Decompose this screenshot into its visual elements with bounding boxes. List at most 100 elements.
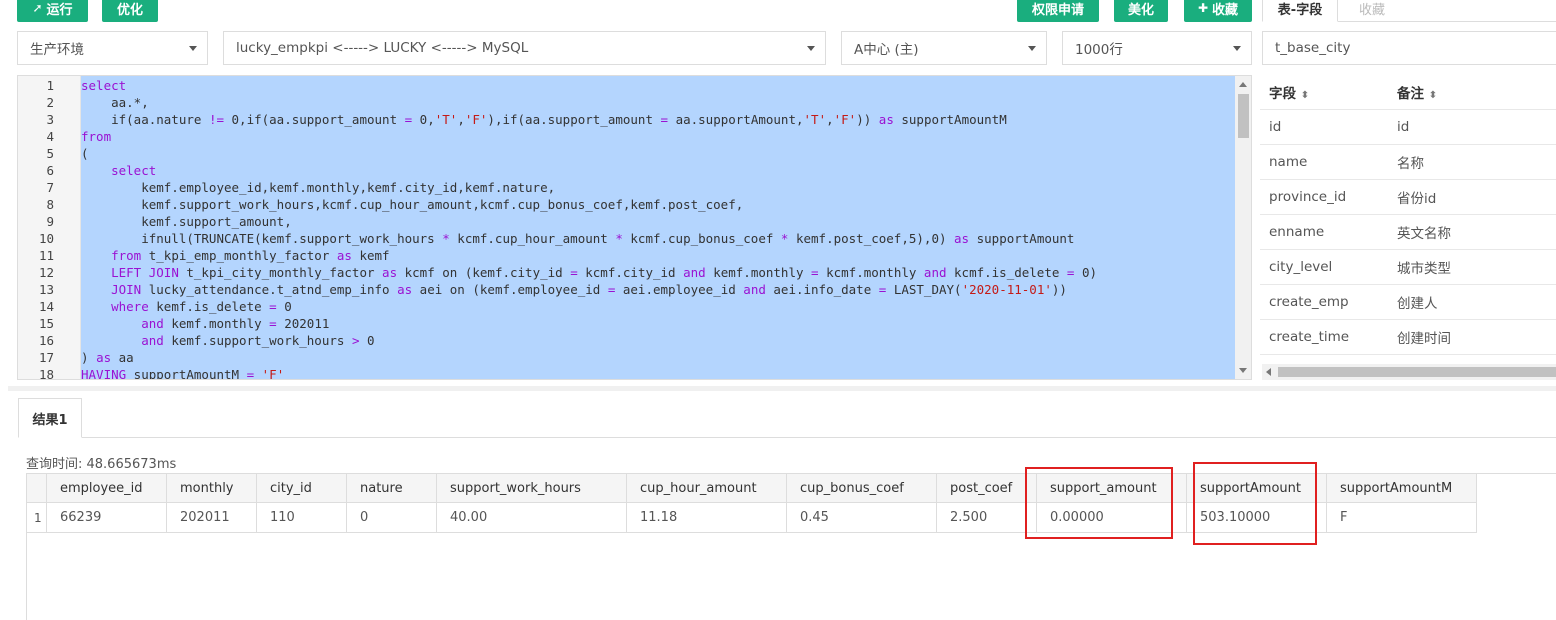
table-cell[interactable]: 40.00 (437, 503, 627, 533)
field-row[interactable]: id id (1260, 110, 1556, 145)
env-select[interactable]: 生产环境 (17, 31, 208, 65)
code-line: kemf.employee_id,kemf.monthly,kemf.city_… (81, 180, 556, 195)
code-line: HAVING supportAmountM = 'F' (81, 367, 285, 380)
chevron-down-icon (1233, 46, 1241, 51)
scrollbar-thumb[interactable] (1238, 94, 1249, 138)
optimize-label: 优化 (116, 2, 143, 18)
column-header[interactable]: cup_bonus_coef (787, 474, 937, 503)
line-number: 14 (38, 299, 54, 314)
table-cell[interactable]: 0 (347, 503, 437, 533)
field-row[interactable]: city_level 城市类型 (1260, 250, 1556, 285)
code-line: ( (81, 146, 89, 161)
result-grid: employee_id monthly city_id nature suppo… (26, 473, 1556, 620)
scroll-down-icon[interactable] (1239, 368, 1247, 373)
fields-horizontal-scrollbar[interactable] (1262, 364, 1556, 380)
sort-icon[interactable]: ⬍ (1301, 90, 1309, 101)
field-row[interactable]: create_emp 创建人 (1260, 285, 1556, 320)
sql-editor[interactable]: 1 2 3 4 5 6 7 8 9 10 11 12 13 14 15 16 1… (17, 75, 1252, 380)
field-name: name (1269, 154, 1308, 170)
field-remark: 创建人 (1397, 296, 1438, 312)
rows-select[interactable]: 1000行 (1062, 31, 1252, 65)
column-header[interactable]: nature (347, 474, 437, 503)
field-name: enname (1269, 224, 1325, 240)
scrollbar-thumb[interactable] (1278, 367, 1556, 377)
favorite-button[interactable]: ✚ 收藏 (1184, 0, 1252, 22)
line-number: 9 (46, 214, 54, 229)
permission-button[interactable]: 权限申请 (1017, 0, 1099, 22)
field-remark: 英文名称 (1397, 226, 1451, 242)
field-row[interactable]: name 名称 (1260, 145, 1556, 180)
tab-favorites[interactable]: 收藏 (1342, 0, 1402, 22)
row-index-header (27, 474, 47, 503)
scroll-left-icon[interactable] (1266, 368, 1271, 376)
code-line: aa.*, (81, 95, 149, 110)
scroll-up-icon[interactable] (1239, 82, 1247, 87)
fields-header: 字段 ⬍ 备注 ⬍ (1260, 75, 1556, 110)
panel-divider[interactable] (8, 386, 1556, 391)
column-header[interactable]: employee_id (47, 474, 167, 503)
column-header[interactable]: support_work_hours (437, 474, 627, 503)
highlight-box-support-amount (1025, 467, 1173, 539)
rows-value: 1000行 (1075, 42, 1123, 58)
code-line: select (81, 78, 127, 93)
editor-vertical-scrollbar[interactable] (1235, 76, 1251, 379)
field-name: id (1269, 119, 1282, 135)
field-remark: 城市类型 (1397, 261, 1451, 277)
column-header[interactable]: cup_hour_amount (627, 474, 787, 503)
run-button[interactable]: ➚ 运行 (17, 0, 88, 22)
table-cell[interactable]: 11.18 (627, 503, 787, 533)
field-remark: 省份id (1397, 191, 1437, 207)
table-cell[interactable]: F (1327, 503, 1477, 533)
optimize-button[interactable]: 优化 (102, 0, 158, 22)
code-line: ) as aa (81, 350, 134, 365)
tab-table-fields[interactable]: 表-字段 (1262, 0, 1338, 22)
line-number: 13 (38, 282, 54, 297)
center-value: A中心 (主) (854, 42, 919, 58)
field-name: create_time (1269, 329, 1350, 345)
line-number: 5 (46, 146, 54, 161)
tab-divider (1338, 21, 1556, 22)
line-number: 12 (38, 265, 54, 280)
table-cell[interactable]: 0.45 (787, 503, 937, 533)
code-line: ifnull(TRUNCATE(kemf.support_work_hours … (81, 231, 1075, 246)
column-header[interactable]: monthly (167, 474, 257, 503)
field-row[interactable]: enname 英文名称 (1260, 215, 1556, 250)
table-search-value: t_base_city (1275, 40, 1351, 56)
field-row[interactable]: province_id 省份id (1260, 180, 1556, 215)
beautify-button[interactable]: 美化 (1114, 0, 1168, 22)
code-area[interactable]: select aa.*, if(aa.nature != 0,if(aa.sup… (81, 76, 1236, 379)
chevron-down-icon (189, 46, 197, 51)
sort-icon[interactable]: ⬍ (1429, 90, 1437, 101)
center-select[interactable]: A中心 (主) (841, 31, 1047, 65)
line-number: 18 (38, 367, 54, 380)
chevron-down-icon (807, 46, 815, 51)
favorite-label: 收藏 (1212, 2, 1239, 18)
field-header[interactable]: 字段 ⬍ (1269, 82, 1309, 102)
table-search-input[interactable]: t_base_city (1262, 31, 1556, 65)
code-line: JOIN lucky_attendance.t_atnd_emp_info as… (111, 282, 1067, 297)
code-line: if(aa.nature != 0,if(aa.support_amount =… (81, 112, 1007, 127)
field-row[interactable]: create_time 创建时间 (1260, 320, 1556, 355)
line-number: 2 (46, 95, 54, 110)
remark-header[interactable]: 备注 ⬍ (1397, 82, 1437, 102)
code-line: and kemf.support_work_hours > 0 (141, 333, 375, 348)
code-line: where kemf.is_delete = 0 (111, 299, 292, 314)
run-label: 运行 (46, 2, 73, 18)
remark-header-label: 备注 (1397, 86, 1424, 102)
column-header[interactable]: city_id (257, 474, 347, 503)
code-line: kemf.support_work_hours,kcmf.cup_hour_am… (81, 197, 744, 212)
table-cell[interactable]: 66239 (47, 503, 167, 533)
table-cell[interactable]: 202011 (167, 503, 257, 533)
line-number: 17 (38, 350, 54, 365)
field-remark: 创建时间 (1397, 331, 1451, 347)
column-header[interactable]: post_coef (937, 474, 1037, 503)
line-number: 3 (46, 112, 54, 127)
tab-result-1[interactable]: 结果1 (18, 398, 82, 438)
line-gutter: 1 2 3 4 5 6 7 8 9 10 11 12 13 14 15 16 1… (18, 76, 81, 379)
column-header[interactable]: supportAmountM (1327, 474, 1477, 503)
field-name: city_level (1269, 259, 1333, 275)
code-line: kemf.support_amount, (81, 214, 292, 229)
table-cell[interactable]: 2.500 (937, 503, 1037, 533)
datasource-select[interactable]: lucky_empkpi <-----> LUCKY <-----> MySQL (223, 31, 826, 65)
table-cell[interactable]: 110 (257, 503, 347, 533)
